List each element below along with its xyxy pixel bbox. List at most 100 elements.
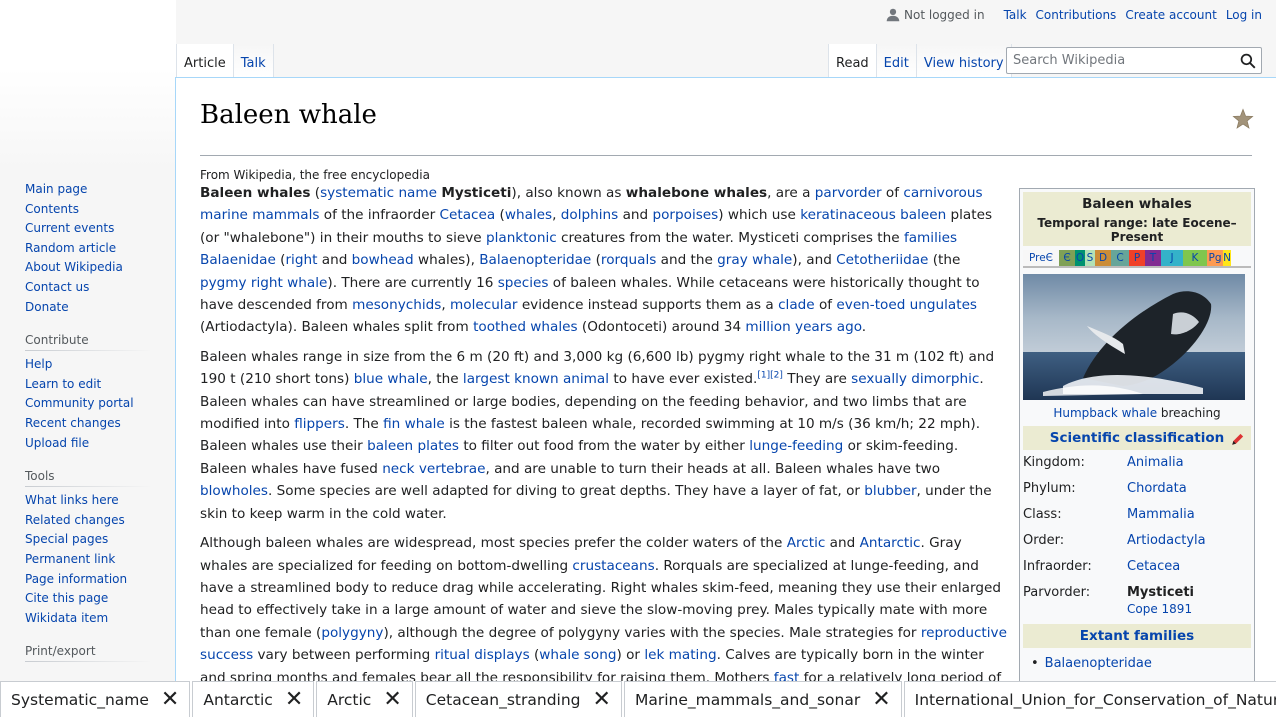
close-icon[interactable]: ✕	[383, 688, 401, 711]
sidebar-item-special-pages[interactable]: Special pages	[25, 532, 108, 546]
taxonomy-rows: Kingdom: Animalia Phylum: Chordata Class: M…	[1023, 450, 1251, 606]
infobox-header: Baleen whales Temporal range: late Eocen…	[1023, 192, 1251, 246]
timebar-segment[interactable]: D	[1095, 250, 1111, 266]
taxon-infraorder-link[interactable]: Cetacea	[1127, 554, 1251, 580]
caption-text: breaching	[1157, 406, 1221, 420]
sidebar-item-recent-changes[interactable]: Recent changes	[25, 416, 121, 430]
timebar-segment[interactable]: K	[1183, 250, 1207, 266]
temporal-range-bar: PreЄ Є O S D C P T J K Pg N	[1023, 250, 1251, 268]
sidebar-item-community-portal[interactable]: Community portal	[25, 396, 134, 410]
taxon-row-phylum: Phylum: Chordata	[1023, 476, 1251, 502]
timebar-segment[interactable]: S	[1085, 250, 1095, 266]
sidebar-item-wikidata-item[interactable]: Wikidata item	[25, 611, 108, 625]
contribute-heading: Contribute	[25, 333, 151, 352]
personal-tools: Not logged in Talk Contributions Create …	[886, 8, 1262, 22]
article-body: Baleen whales (systematic name Mysticeti…	[200, 182, 1008, 717]
view-tabs: Read Edit View history	[828, 44, 1012, 77]
login-link[interactable]: Log in	[1226, 8, 1262, 22]
sidebar-tools: What links here Related changes Special …	[0, 491, 176, 628]
search-icon	[1240, 53, 1256, 68]
bottom-tab-label: Antarctic	[203, 690, 273, 709]
timebar-segment[interactable]: P	[1129, 250, 1145, 266]
taxon-row-kingdom: Kingdom: Animalia	[1023, 450, 1251, 476]
bottom-tab-label: Marine_mammals_and_sonar	[634, 690, 861, 709]
taxon-order-link[interactable]: Artiodactyla	[1127, 528, 1251, 554]
article-content: Baleen whale From Wikipedia, the free en…	[175, 77, 1276, 717]
bottom-tab-marine-mammals-sonar[interactable]: Marine_mammals_and_sonar ✕	[623, 681, 902, 717]
user-icon	[886, 8, 900, 22]
bottom-tab-label: Systematic_name	[11, 690, 149, 709]
tab-article[interactable]: Article	[176, 44, 233, 77]
scientific-classification-label: Scientific classification	[1049, 430, 1225, 446]
timebar-segment[interactable]: PreЄ	[1023, 250, 1059, 266]
edit-pencil-icon[interactable]	[1230, 432, 1245, 447]
print-export-heading[interactable]: Print/export	[25, 644, 151, 663]
watch-star-icon[interactable]	[1232, 108, 1254, 130]
close-icon[interactable]: ✕	[161, 688, 179, 711]
bottom-tab-iucn[interactable]: International_Union_for_Conservation_of_…	[903, 681, 1276, 717]
timebar-segment[interactable]: T	[1145, 250, 1161, 266]
bottom-tab-systematic-name[interactable]: Systematic_name ✕	[0, 681, 191, 717]
sidebar-item-what-links-here[interactable]: What links here	[25, 493, 119, 507]
taxon-kingdom-link[interactable]: Animalia	[1127, 450, 1251, 476]
sidebar-item-contents[interactable]: Contents	[25, 202, 79, 216]
sidebar-item-related-changes[interactable]: Related changes	[25, 513, 125, 527]
timebar-segment[interactable]: J	[1161, 250, 1183, 266]
user-talk-link[interactable]: Talk	[1004, 8, 1027, 22]
taxon-authority-link[interactable]: Cope 1891	[1127, 602, 1192, 616]
sidebar-item-cite-this-page[interactable]: Cite this page	[25, 591, 108, 605]
not-logged-in-label: Not logged in	[904, 8, 985, 22]
sidebar: Main page Contents Current events Random…	[0, 180, 176, 666]
create-account-link[interactable]: Create account	[1125, 8, 1217, 22]
bottom-tab-cetacean-stranding[interactable]: Cetacean_stranding ✕	[414, 681, 622, 717]
sidebar-item-upload-file[interactable]: Upload file	[25, 436, 89, 450]
infobox: Baleen whales Temporal range: late Eocen…	[1019, 188, 1255, 717]
timebar-segment[interactable]: N	[1223, 250, 1231, 266]
taxon-class-link[interactable]: Mammalia	[1127, 502, 1251, 528]
user-contributions-link[interactable]: Contributions	[1036, 8, 1117, 22]
tab-read[interactable]: Read	[828, 44, 876, 77]
taxon-row-class: Class: Mammalia	[1023, 502, 1251, 528]
sidebar-item-permanent-link[interactable]: Permanent link	[25, 552, 115, 566]
taxon-phylum-link[interactable]: Chordata	[1127, 476, 1251, 502]
bottom-tab-label: Arctic	[327, 690, 372, 709]
timebar-segment[interactable]: O	[1075, 250, 1085, 266]
sidebar-item-random-article[interactable]: Random article	[25, 241, 116, 255]
bottom-tab-label: Cetacean_stranding	[425, 690, 581, 709]
tab-view-history[interactable]: View history	[915, 44, 1012, 77]
sidebar-item-page-information[interactable]: Page information	[25, 572, 127, 586]
infobox-caption: Humpback whale breaching	[1023, 406, 1251, 420]
sidebar-item-contact[interactable]: Contact us	[25, 280, 89, 294]
bottom-tab-antarctic[interactable]: Antarctic ✕	[192, 681, 315, 717]
close-icon[interactable]: ✕	[285, 688, 303, 711]
search-button[interactable]	[1235, 48, 1261, 73]
infobox-title: Baleen whales	[1082, 196, 1192, 212]
logo-area[interactable]	[0, 0, 176, 170]
timebar-segment[interactable]: Pg	[1207, 250, 1223, 266]
family-balaenopteridae-link[interactable]: Balaenopteridae	[1045, 656, 1152, 671]
sidebar-navigation: Main page Contents Current events Random…	[0, 180, 176, 317]
sidebar-item-about[interactable]: About Wikipedia	[25, 260, 123, 274]
extant-families-heading[interactable]: Extant families	[1023, 624, 1251, 648]
timebar-segment[interactable]: Є	[1059, 250, 1075, 266]
caption-humpback-link[interactable]: Humpback whale	[1053, 406, 1157, 420]
sidebar-item-learn-to-edit[interactable]: Learn to edit	[25, 377, 101, 391]
bottom-tab-bar: Systematic_name ✕ Antarctic ✕ Arctic ✕ Ceta…	[0, 681, 1276, 717]
humpback-whale-image[interactable]	[1023, 274, 1245, 400]
page-title: Baleen whale	[200, 100, 1252, 156]
sidebar-item-help[interactable]: Help	[25, 357, 52, 371]
sidebar-item-donate[interactable]: Donate	[25, 300, 69, 314]
site-subtitle: From Wikipedia, the free encyclopedia	[200, 168, 430, 182]
tab-edit[interactable]: Edit	[875, 44, 916, 77]
close-icon[interactable]: ✕	[593, 688, 611, 711]
close-icon[interactable]: ✕	[872, 688, 890, 711]
sidebar-item-current-events[interactable]: Current events	[25, 221, 114, 235]
timebar-segment[interactable]: C	[1111, 250, 1129, 266]
size-paragraph: Baleen whales range in size from the 6 m…	[200, 348, 995, 522]
intro-paragraph: Baleen whales (systematic name Mysticeti…	[200, 185, 993, 336]
sidebar-item-main-page[interactable]: Main page	[25, 182, 87, 196]
scientific-classification-heading[interactable]: Scientific classification	[1023, 426, 1251, 450]
search-input[interactable]	[1007, 48, 1235, 73]
bottom-tab-arctic[interactable]: Arctic ✕	[316, 681, 413, 717]
tab-talk[interactable]: Talk	[232, 44, 274, 77]
